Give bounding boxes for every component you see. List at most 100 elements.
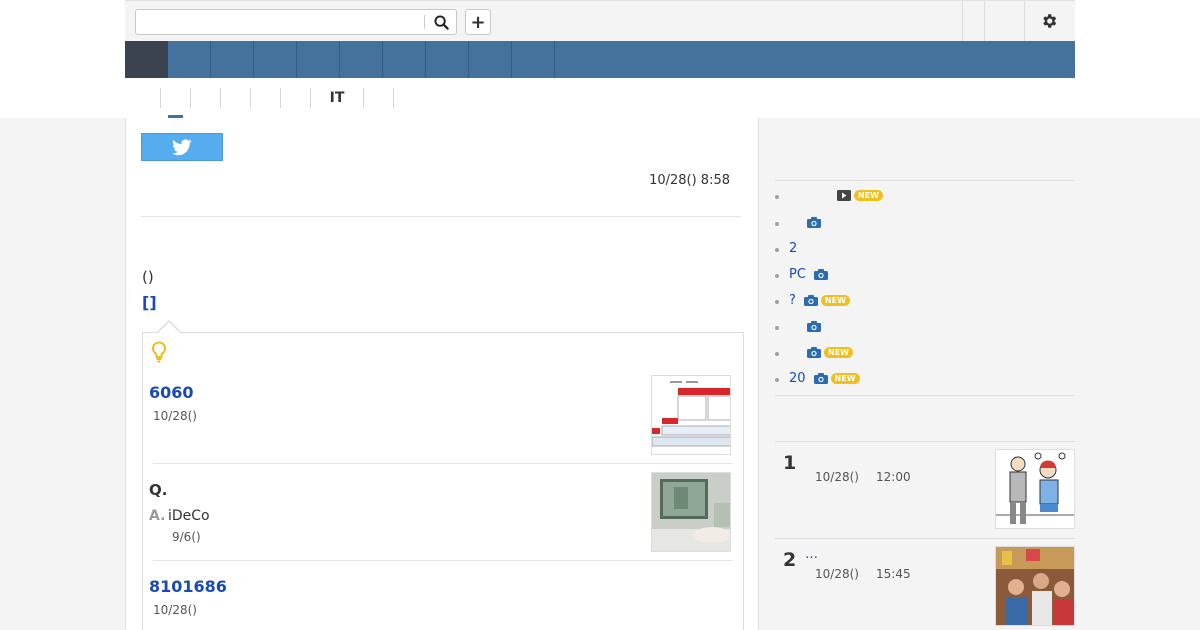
bullet xyxy=(775,378,779,382)
related-title[interactable]: 8101686 xyxy=(149,577,227,596)
rank-time: 12:00 xyxy=(876,470,911,484)
category-tab[interactable] xyxy=(190,88,220,108)
divider xyxy=(775,395,1075,396)
camera-icon xyxy=(803,294,818,306)
nav-item[interactable] xyxy=(426,41,469,78)
qa-question[interactable]: Q. xyxy=(149,481,167,499)
sidebar-topic[interactable] xyxy=(775,212,821,232)
new-badge: NEW xyxy=(824,346,853,358)
nav-item[interactable] xyxy=(211,41,254,78)
qa-answer[interactable]: iDeCo xyxy=(168,508,210,524)
qa-date: 9/6() xyxy=(172,530,201,544)
bullet xyxy=(775,248,779,252)
top-bar: + xyxy=(125,0,1075,41)
sidebar-topic-text: 2 xyxy=(789,240,798,256)
play-icon xyxy=(837,189,851,201)
divider xyxy=(775,180,1075,181)
related-pointer-fill xyxy=(158,322,180,333)
camera-icon xyxy=(807,320,821,332)
bullet xyxy=(775,195,779,199)
illustration-image xyxy=(996,450,1074,528)
gear-icon xyxy=(1043,14,1057,28)
new-badge: NEW xyxy=(854,189,883,201)
category-tab[interactable] xyxy=(280,88,310,108)
rank-date: 10/28() xyxy=(815,567,859,581)
twitter-icon xyxy=(172,138,192,155)
related-title[interactable]: 6060 xyxy=(149,383,194,402)
nav-item[interactable] xyxy=(340,41,383,78)
sidebar-topic[interactable]: NEW xyxy=(775,185,883,205)
camera-icon xyxy=(807,216,821,228)
nav-home[interactable] xyxy=(125,41,168,78)
nav-item[interactable] xyxy=(297,41,340,78)
rank-date: 10/28() xyxy=(815,470,859,484)
rank-number: 1 xyxy=(783,452,797,474)
search-input[interactable] xyxy=(140,13,420,31)
nav-item[interactable] xyxy=(512,41,555,78)
nav-item[interactable] xyxy=(469,41,512,78)
sidebar-topic[interactable]: NEW xyxy=(775,342,853,362)
related-date: 10/28() xyxy=(153,409,197,423)
search-button[interactable] xyxy=(430,13,452,32)
category-tab[interactable] xyxy=(363,88,393,108)
category-tab-it[interactable]: IT xyxy=(310,88,363,108)
article-source: () xyxy=(142,268,154,286)
sidebar-topic[interactable] xyxy=(775,316,821,336)
search-divider xyxy=(424,15,425,29)
sidebar-topic-text: 20 xyxy=(789,370,806,386)
main-nav xyxy=(125,41,1075,78)
top-divider xyxy=(1024,1,1025,41)
sidebar-topic-text: ? xyxy=(789,292,796,308)
bullet xyxy=(775,222,779,226)
search-box xyxy=(135,9,457,35)
nav-item[interactable] xyxy=(168,41,211,78)
category-tab[interactable] xyxy=(250,88,280,108)
divider xyxy=(141,216,742,217)
related-date: 10/28() xyxy=(153,603,197,617)
rank-thumbnail[interactable] xyxy=(995,449,1075,529)
article-date: 10/28() 8:58 xyxy=(649,173,730,188)
rank-time: 15:45 xyxy=(876,567,911,581)
category-tab[interactable] xyxy=(220,88,250,108)
ranking-item[interactable]: 2 … 10/28() 15:45 xyxy=(775,538,1075,630)
category-tab[interactable] xyxy=(160,88,190,108)
settings-button[interactable] xyxy=(1037,10,1061,32)
related-box: 6060 10/28() Q. A. iDeCo 9/6() 8101686 1… xyxy=(142,332,744,630)
bullet xyxy=(775,274,779,278)
lightbulb-icon xyxy=(152,341,166,363)
tweet-button[interactable] xyxy=(141,133,223,161)
sidebar-topic[interactable]: PC xyxy=(775,264,828,284)
rank-title[interactable]: … xyxy=(805,547,818,562)
sidebar-topic[interactable]: 20 NEW xyxy=(775,368,860,388)
crowd-photo-image xyxy=(996,547,1074,625)
sidebar-topic[interactable]: ? NEW xyxy=(775,290,850,310)
category-tab[interactable] xyxy=(393,88,423,108)
camera-icon xyxy=(807,346,821,358)
new-badge: NEW xyxy=(830,372,860,384)
related-thumbnail[interactable] xyxy=(651,375,731,455)
plus-icon: + xyxy=(470,11,486,33)
article-main: 10/28() 8:58 () [] 6060 10/28() Q. A. iD… xyxy=(125,118,759,630)
computer-desk-image xyxy=(652,473,730,551)
bullet xyxy=(775,352,779,356)
ranking-item[interactable]: 1 10/28() 12:00 xyxy=(775,441,1075,538)
related-thumbnail[interactable] xyxy=(651,472,731,552)
add-button[interactable]: + xyxy=(465,9,491,35)
rank-thumbnail[interactable] xyxy=(995,546,1075,626)
camera-icon xyxy=(813,268,828,280)
camera-icon xyxy=(813,372,828,384)
rank-number: 2 xyxy=(783,549,797,571)
article-link[interactable]: [] xyxy=(142,293,157,312)
bullet xyxy=(775,300,779,304)
nav-item[interactable] xyxy=(254,41,297,78)
sidebar-topic[interactable]: 2 xyxy=(775,238,797,258)
pension-chart-image xyxy=(652,376,730,454)
qa-answer-label: A. xyxy=(149,508,166,524)
sidebar-topic-text: PC xyxy=(789,266,806,282)
nav-item[interactable] xyxy=(383,41,426,78)
bullet xyxy=(775,326,779,330)
new-badge: NEW xyxy=(820,294,850,306)
top-divider xyxy=(984,1,985,41)
divider xyxy=(153,560,733,561)
search-icon xyxy=(433,15,449,30)
